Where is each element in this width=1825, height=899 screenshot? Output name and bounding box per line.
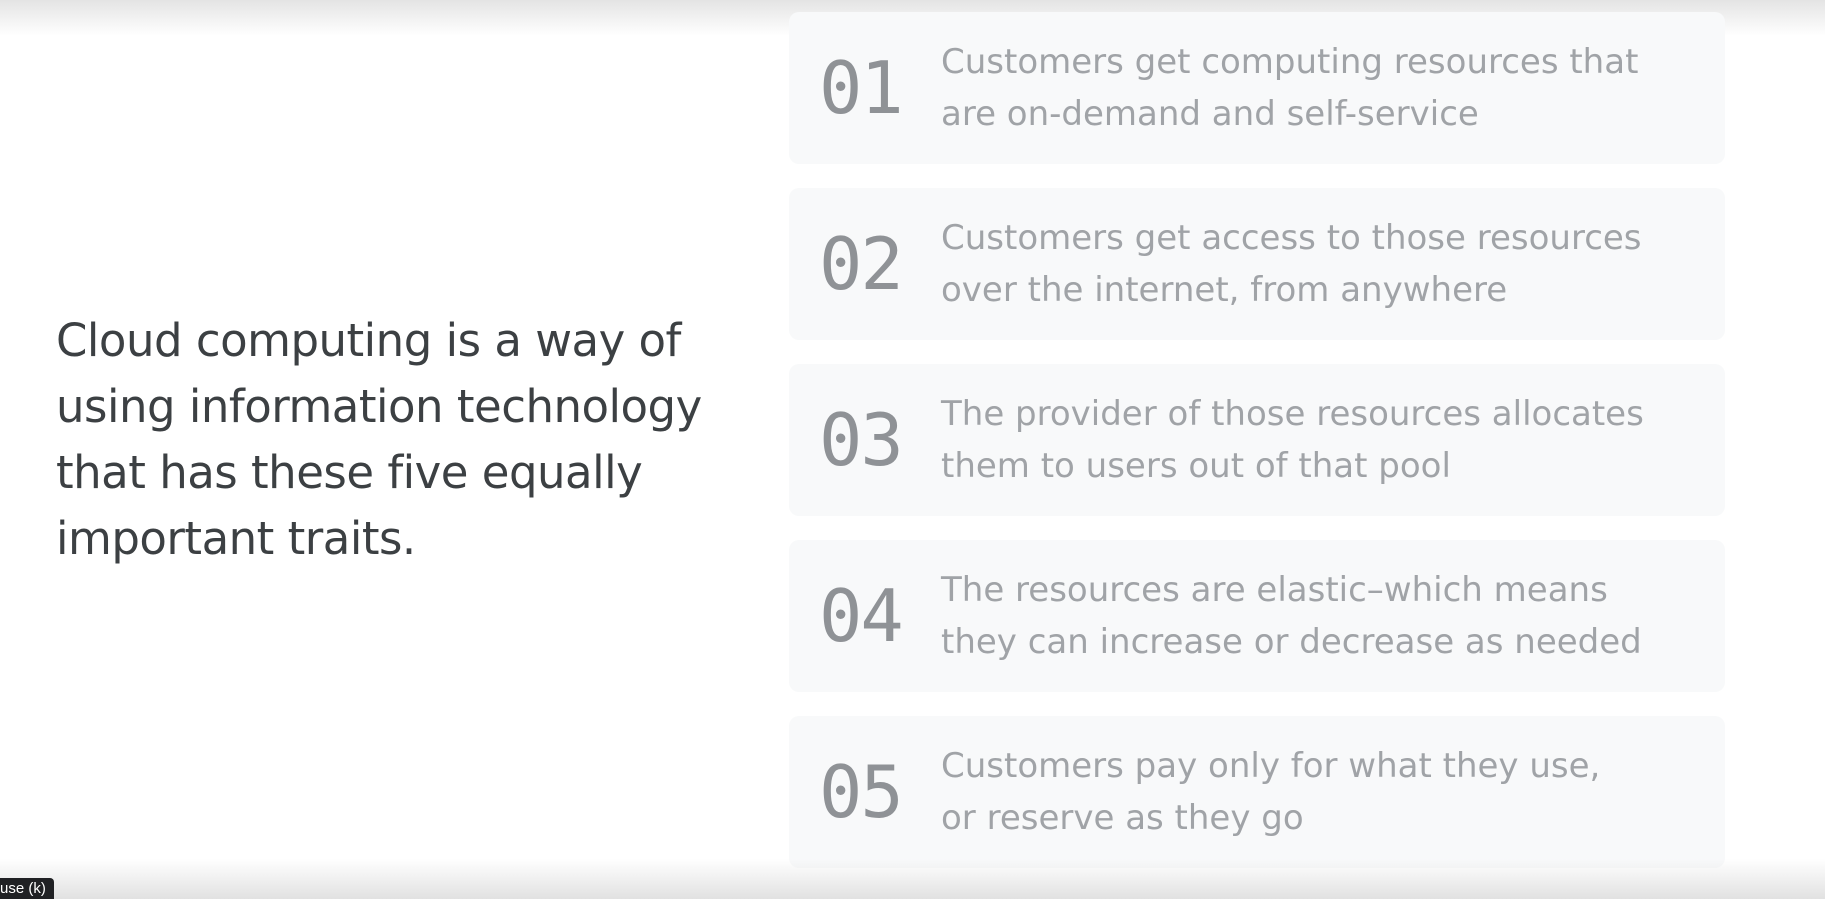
trait-text: The resources are elastic–which means th…	[941, 570, 1642, 662]
trait-number: 03	[819, 398, 904, 482]
trait-card-01: 01 Customers get computing resources tha…	[789, 12, 1725, 164]
trait-text: Customers pay only for what they use, or…	[941, 746, 1601, 838]
trait-number: 01	[819, 46, 904, 130]
slide-intro-text: Cloud computing is a way of using inform…	[56, 314, 702, 565]
trait-card-04: 04 The resources are elastic–which means…	[789, 540, 1725, 692]
trait-text: The provider of those resources allocate…	[941, 394, 1644, 486]
trait-text: Customers get computing resources that a…	[941, 42, 1639, 134]
trait-card-03: 03 The provider of those resources alloc…	[789, 364, 1725, 516]
trait-number: 02	[819, 222, 904, 306]
trait-card-02: 02 Customers get access to those resourc…	[789, 188, 1725, 340]
trait-text: Customers get access to those resources …	[941, 218, 1642, 310]
player-tooltip: use (k)	[0, 878, 54, 899]
trait-number: 04	[819, 574, 904, 658]
trait-card-05: 05 Customers pay only for what they use,…	[789, 716, 1725, 868]
traits-list: 01 Customers get computing resources tha…	[789, 12, 1725, 892]
trait-number: 05	[819, 750, 904, 834]
video-frame[interactable]: Cloud computing is a way of using inform…	[0, 0, 1825, 899]
